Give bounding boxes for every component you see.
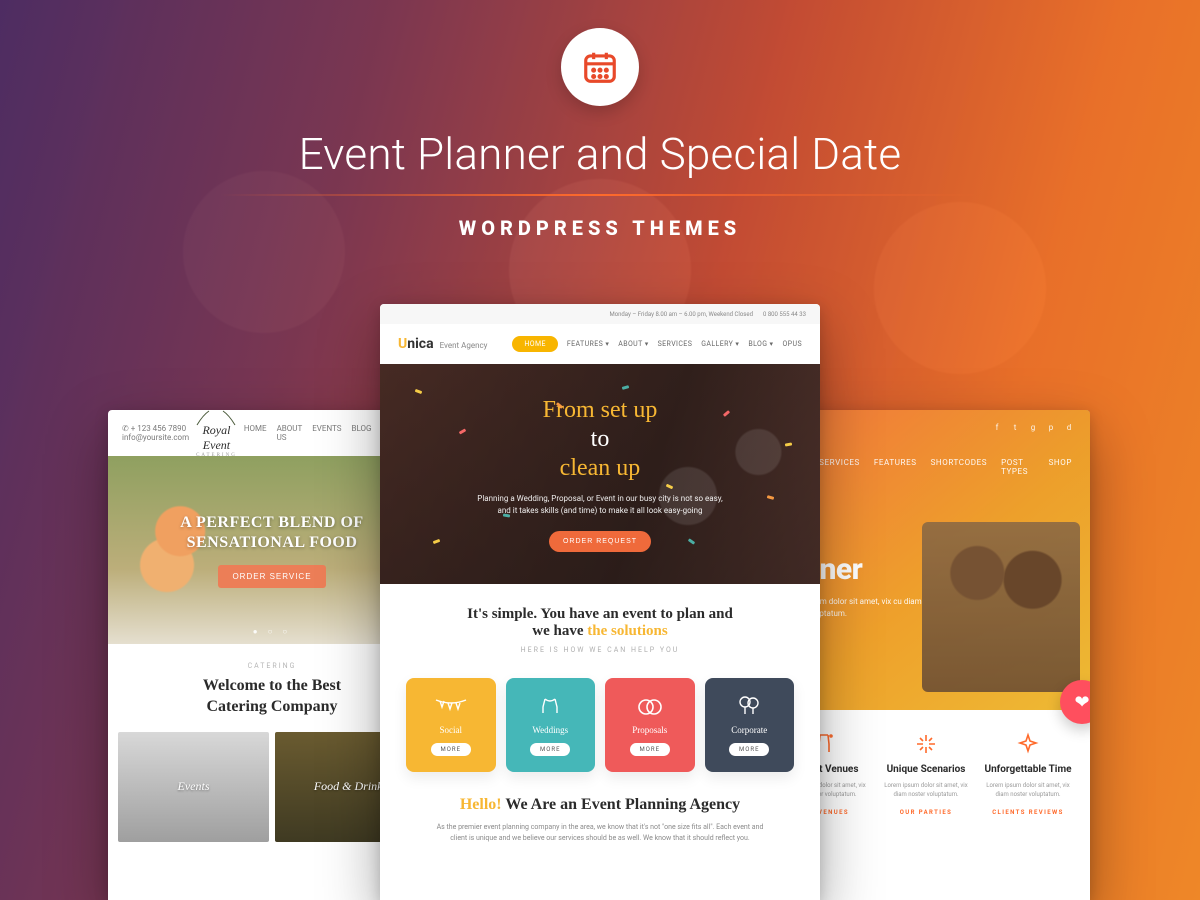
feature-link[interactable]: CLIENTS REVIEWS (980, 809, 1076, 816)
nav-blog[interactable]: BLOG ▾ (748, 340, 773, 348)
cat-corporate[interactable]: Corporate MORE (705, 678, 795, 772)
nav-about[interactable]: ABOUT ▾ (618, 340, 648, 348)
hero-headline: A PERFECT BLEND OF SENSATIONAL FOOD (180, 513, 363, 553)
hours-text: Monday – Friday 8.00 am – 6.00 pm, Weeke… (609, 311, 753, 318)
nav-post-types[interactable]: POST TYPES (1001, 458, 1035, 476)
more-button[interactable]: MORE (630, 743, 670, 756)
social-icons: f t g p d (992, 422, 1074, 432)
about-copy: As the premier event planning company in… (430, 822, 770, 844)
feature-title: Unforgettable Time (980, 764, 1076, 775)
email-text: info@yoursite.com (122, 433, 189, 442)
page-subtitle: WORDPRESS THEMES (0, 216, 1200, 240)
order-service-button[interactable]: ORDER SERVICE (218, 565, 325, 588)
tile-events[interactable]: Events (118, 732, 269, 842)
nav-opus[interactable]: OPUS (782, 340, 802, 348)
cat-weddings[interactable]: Weddings MORE (506, 678, 596, 772)
nav-services[interactable]: SERVICES (658, 340, 693, 348)
hero-copy: Planning a Wedding, Proposal, or Event i… (470, 493, 730, 517)
theme-card-unica[interactable]: Monday – Friday 8.00 am – 6.00 pm, Weeke… (380, 304, 820, 900)
rings-icon (635, 693, 665, 719)
sparkle-icon (878, 730, 974, 758)
intro-heading: It's simple. You have an event to plan a… (410, 606, 790, 640)
bunting-icon (434, 693, 468, 719)
cat-label: Proposals (632, 725, 667, 735)
hero-people-photo (922, 522, 1080, 692)
logo-letter-u: U (398, 336, 407, 352)
nav-home[interactable]: HOME (512, 336, 558, 352)
hero-headline: From set up to clean up (543, 396, 658, 482)
fireworks-icon (980, 730, 1076, 758)
logo-word-1: Royal (202, 423, 230, 437)
theme-cards-stage: ✆ + 123 456 7890 info@yoursite.com Royal… (0, 300, 1200, 900)
nav-features[interactable]: FEATURES ▾ (567, 340, 609, 348)
phone-icon: ✆ (122, 424, 131, 433)
feature-link[interactable]: OUR PARTIES (878, 809, 974, 816)
twitter-icon[interactable]: t (1010, 422, 1020, 432)
page-title: Event Planner and Special Date (0, 128, 1200, 180)
nav-services[interactable]: SERVICES (819, 458, 860, 476)
logo-word-2: Event (203, 438, 230, 452)
nav-gallery[interactable]: GALLERY ▾ (701, 340, 739, 348)
calendar-icon-badge (561, 28, 639, 106)
nav-events[interactable]: EVENTS (312, 424, 341, 442)
google-icon[interactable]: g (1028, 422, 1038, 432)
hero-banner: From set up to clean up Planning a Weddi… (380, 364, 820, 584)
feature-scenarios: Unique Scenarios Lorem ipsum dolor sit a… (878, 730, 974, 816)
about-heading: Hello! We Are an Event Planning Agency (414, 796, 786, 814)
facebook-icon[interactable]: f (992, 422, 1002, 432)
nav-shop[interactable]: SHOP (1049, 458, 1072, 476)
more-button[interactable]: MORE (729, 743, 769, 756)
about-section: Hello! We Are an Event Planning Agency A… (380, 780, 820, 844)
toast-icon (537, 693, 563, 719)
page-header: Event Planner and Special Date WORDPRESS… (0, 28, 1200, 240)
dribbble-icon[interactable]: d (1064, 422, 1074, 432)
nav-home[interactable]: HOME (244, 424, 267, 442)
phone-text: + 123 456 7890 (131, 424, 186, 433)
feature-time: Unforgettable Time Lorem ipsum dolor sit… (980, 730, 1076, 816)
main-nav: Unica Event Agency HOME FEATURES ▾ ABOUT… (380, 324, 820, 364)
nav-shortcodes[interactable]: SHORTCODES (931, 458, 988, 476)
nav-blog[interactable]: BLOG (352, 424, 372, 442)
intro-kicker: HERE IS HOW WE CAN HELP YOU (410, 646, 790, 654)
feature-copy: Lorem ipsum dolor sit amet, vix diam nos… (980, 781, 1076, 799)
more-button[interactable]: MORE (431, 743, 471, 756)
logo-rest: nica (407, 336, 433, 352)
balloons-icon (737, 693, 761, 719)
nav-menu: HOME SERVICES FEATURES SHORTCODES POST T… (780, 458, 1072, 476)
brand-logo: Royal Event CATERING (189, 410, 244, 458)
brand-logo: Unica Event Agency (398, 336, 487, 352)
info-bar: Monday – Friday 8.00 am – 6.00 pm, Weeke… (380, 304, 820, 324)
phone-text: 0 800 555 44 33 (763, 311, 806, 318)
nav-menu: HOME FEATURES ▾ ABOUT ▾ SERVICES GALLERY… (512, 336, 802, 352)
feature-copy: Lorem ipsum dolor sit amet, vix diam nos… (878, 781, 974, 799)
more-button[interactable]: MORE (530, 743, 570, 756)
nav-features[interactable]: FEATURES (874, 458, 917, 476)
cat-label: Corporate (731, 725, 767, 735)
nav-about[interactable]: ABOUT US (277, 424, 303, 442)
cat-proposals[interactable]: Proposals MORE (605, 678, 695, 772)
cat-social[interactable]: Social MORE (406, 678, 496, 772)
cat-label: Weddings (532, 725, 568, 735)
divider (220, 194, 980, 196)
cat-label: Social (440, 725, 463, 735)
pinterest-icon[interactable]: p (1046, 422, 1056, 432)
intro-section: It's simple. You have an event to plan a… (380, 584, 820, 664)
order-request-button[interactable]: ORDER REQUEST (549, 531, 651, 552)
logo-tagline: Event Agency (440, 341, 488, 350)
category-cards: Social MORE Weddings MORE Proposal (380, 664, 820, 780)
calendar-icon (581, 48, 619, 86)
feature-title: Unique Scenarios (878, 764, 974, 775)
